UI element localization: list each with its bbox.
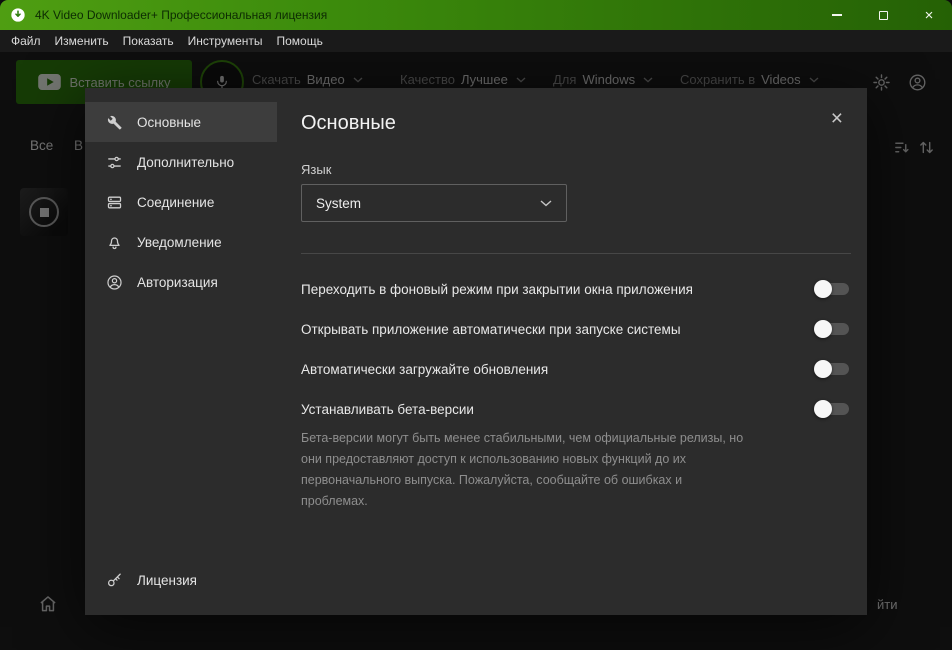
- sidebar-item-label: Основные: [137, 115, 201, 130]
- settings-panel: Основные Дополнительно Соединение Уведом…: [85, 88, 867, 615]
- app-logo-icon: [10, 7, 26, 23]
- maximize-button[interactable]: [860, 0, 906, 30]
- sidebar-item-advanced[interactable]: Дополнительно: [85, 142, 277, 182]
- setting-label: Переходить в фоновый режим при закрытии …: [301, 282, 713, 297]
- server-stack-icon: [105, 194, 123, 211]
- sidebar-item-label: Уведомление: [137, 235, 222, 250]
- window-title: 4K Video Downloader+ Профессиональная ли…: [35, 8, 327, 22]
- setting-label: Автоматически загружайте обновления: [301, 362, 568, 377]
- sidebar-item-label: Соединение: [137, 195, 214, 210]
- language-select-value: System: [316, 196, 361, 211]
- setting-row-background-mode: Переходить в фоновый режим при закрытии …: [301, 269, 851, 309]
- bell-icon: [105, 234, 123, 251]
- sliders-icon: [105, 154, 123, 171]
- setting-row-auto-updates: Автоматически загружайте обновления: [301, 349, 851, 389]
- sidebar-item-connection[interactable]: Соединение: [85, 182, 277, 222]
- section-divider: [301, 253, 851, 254]
- toggle-knob: [814, 280, 832, 298]
- settings-page-title: Основные: [301, 112, 396, 135]
- toggle-knob: [814, 320, 832, 338]
- close-icon: ×: [831, 107, 843, 130]
- setting-label: Устанавливать бета-версии: [301, 402, 494, 417]
- setting-label: Открывать приложение автоматически при з…: [301, 322, 701, 337]
- auto-updates-toggle[interactable]: [817, 363, 849, 375]
- menu-view[interactable]: Показать: [116, 32, 181, 50]
- app-window: 4K Video Downloader+ Профессиональная ли…: [0, 0, 952, 650]
- sidebar-item-general[interactable]: Основные: [85, 102, 277, 142]
- setting-row-autostart: Открывать приложение автоматически при з…: [301, 309, 851, 349]
- menu-tools[interactable]: Инструменты: [181, 32, 270, 50]
- language-label: Язык: [301, 162, 331, 177]
- wrench-icon: [105, 114, 123, 131]
- menu-help[interactable]: Помощь: [270, 32, 330, 50]
- minimize-button[interactable]: [814, 0, 860, 30]
- beta-note-text: Бета-версии могут быть менее стабильными…: [301, 428, 746, 512]
- autostart-toggle[interactable]: [817, 323, 849, 335]
- setting-row-beta-versions: Устанавливать бета-версии: [301, 389, 851, 429]
- background-mode-toggle[interactable]: [817, 283, 849, 295]
- sidebar-item-label: Авторизация: [137, 275, 218, 290]
- menubar: Файл Изменить Показать Инструменты Помощ…: [0, 30, 952, 52]
- sidebar-item-license[interactable]: Лицензия: [85, 560, 277, 600]
- close-window-button[interactable]: ×: [906, 0, 952, 30]
- close-icon: ×: [925, 7, 934, 24]
- chevron-down-icon: [540, 200, 552, 207]
- window-controls: ×: [814, 0, 952, 30]
- settings-main: Основные × Язык System Переходить в фоно…: [277, 88, 867, 615]
- sidebar-item-label: Дополнительно: [137, 155, 234, 170]
- settings-close-button[interactable]: ×: [825, 106, 849, 131]
- person-circle-icon: [105, 274, 123, 291]
- minimize-icon: [832, 14, 842, 16]
- language-select[interactable]: System: [301, 184, 567, 222]
- sidebar-item-label: Лицензия: [137, 573, 197, 588]
- toggle-knob: [814, 400, 832, 418]
- beta-versions-toggle[interactable]: [817, 403, 849, 415]
- sidebar-item-notifications[interactable]: Уведомление: [85, 222, 277, 262]
- menu-file[interactable]: Файл: [4, 32, 48, 50]
- titlebar: 4K Video Downloader+ Профессиональная ли…: [0, 0, 952, 30]
- settings-sidebar: Основные Дополнительно Соединение Уведом…: [85, 88, 277, 615]
- sidebar-item-authorization[interactable]: Авторизация: [85, 262, 277, 302]
- key-icon: [105, 572, 123, 589]
- menu-edit[interactable]: Изменить: [48, 32, 116, 50]
- maximize-icon: [879, 11, 888, 20]
- toggle-knob: [814, 360, 832, 378]
